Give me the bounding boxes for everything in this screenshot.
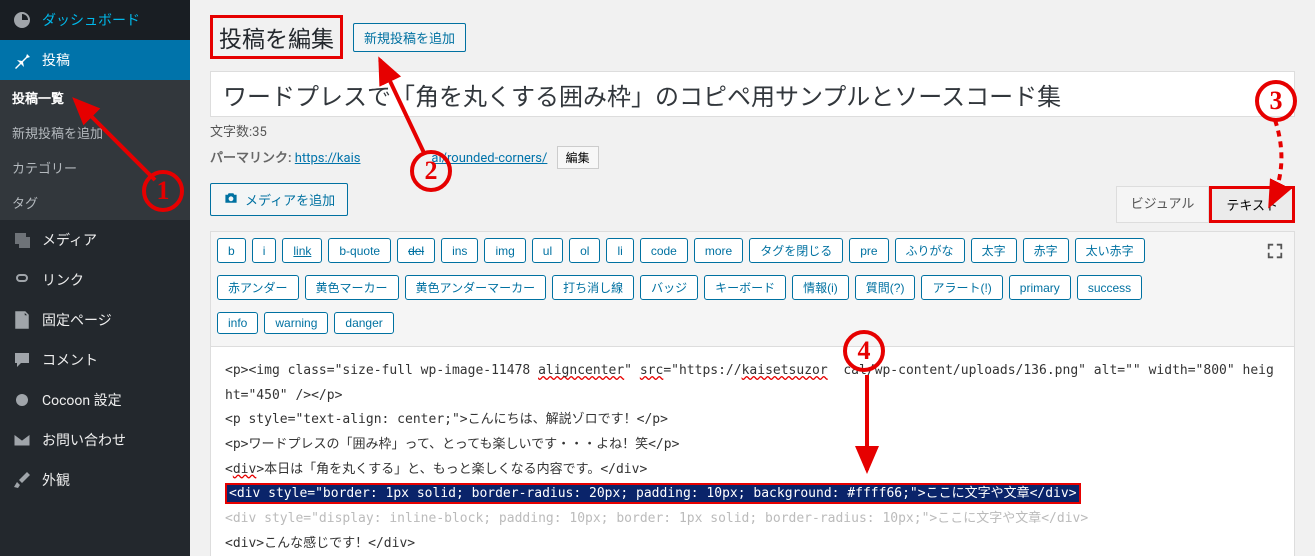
quicktag-打ち消し線[interactable]: 打ち消し線	[552, 275, 634, 300]
sidebar-label: お問い合わせ	[42, 430, 126, 450]
add-new-button[interactable]: 新規投稿を追加	[353, 23, 466, 52]
sidebar-label: 外観	[42, 470, 70, 490]
posts-submenu: 投稿一覧 新規投稿を追加 カテゴリー タグ	[0, 80, 190, 220]
quicktag-warning[interactable]: warning	[264, 312, 328, 334]
admin-sidebar: ダッシュボード 投稿 投稿一覧 新規投稿を追加 カテゴリー タグ メディア リン…	[0, 0, 190, 556]
quicktag-ふりがな[interactable]: ふりがな	[895, 238, 965, 263]
sidebar-item-cocoon[interactable]: Cocoon 設定	[0, 380, 190, 420]
fullscreen-icon[interactable]	[1266, 242, 1284, 260]
quicktag-pre[interactable]: pre	[849, 238, 888, 263]
quicktag-ul[interactable]: ul	[532, 238, 563, 263]
quicktag-太字[interactable]: 太字	[971, 238, 1017, 263]
quicktag-i[interactable]: i	[252, 238, 277, 263]
cocoon-icon	[12, 390, 32, 410]
quicktag-アラート(!)[interactable]: アラート(!)	[921, 275, 1002, 300]
camera-icon	[223, 190, 239, 209]
dashboard-icon	[12, 10, 32, 30]
quicktag-del[interactable]: del	[397, 238, 435, 263]
submenu-posts-cat[interactable]: カテゴリー	[0, 150, 190, 185]
mail-icon	[12, 430, 32, 450]
media-icon	[12, 230, 32, 250]
add-media-button[interactable]: メディアを追加	[210, 183, 348, 216]
quicktag-success[interactable]: success	[1077, 275, 1142, 300]
quicktag-ins[interactable]: ins	[441, 238, 478, 263]
quicktag-黄色マーカー[interactable]: 黄色マーカー	[305, 275, 399, 300]
sidebar-item-posts[interactable]: 投稿	[0, 40, 190, 80]
comment-icon	[12, 350, 32, 370]
sidebar-label: リンク	[42, 270, 84, 290]
quicktag-code[interactable]: code	[640, 238, 688, 263]
pin-icon	[12, 50, 32, 70]
page-icon	[12, 310, 32, 330]
quicktag-赤アンダー[interactable]: 赤アンダー	[217, 275, 299, 300]
sidebar-item-appearance[interactable]: 外観	[0, 460, 190, 500]
quicktag-ol[interactable]: ol	[569, 238, 600, 263]
highlighted-code-line: <div style="border: 1px solid; border-ra…	[225, 483, 1081, 504]
permalink-label: パーマリンク:	[210, 151, 292, 166]
page-title: 投稿を編集	[210, 15, 343, 59]
quicktag-バッジ[interactable]: バッジ	[640, 275, 698, 300]
quicktag-質問(?)[interactable]: 質問(?)	[855, 275, 916, 300]
sidebar-item-links[interactable]: リンク	[0, 260, 190, 300]
sidebar-label: 投稿	[42, 50, 70, 70]
sidebar-item-contact[interactable]: お問い合わせ	[0, 420, 190, 460]
sidebar-item-pages[interactable]: 固定ページ	[0, 300, 190, 340]
quicktag-danger[interactable]: danger	[334, 312, 393, 334]
sidebar-item-media[interactable]: メディア	[0, 220, 190, 260]
quicktag-黄色アンダーマーカー[interactable]: 黄色アンダーマーカー	[405, 275, 547, 300]
quicktag-キーボード[interactable]: キーボード	[704, 275, 786, 300]
quicktag-primary[interactable]: primary	[1009, 275, 1071, 300]
editor-main: 投稿を編集 新規投稿を追加 文字数:35 パーマリンク: https://kai…	[190, 0, 1315, 556]
sidebar-label: 固定ページ	[42, 310, 112, 330]
quicktag-li[interactable]: li	[606, 238, 633, 263]
quicktag-more[interactable]: more	[694, 238, 743, 263]
heading-row: 投稿を編集 新規投稿を追加	[210, 15, 1295, 59]
tab-visual[interactable]: ビジュアル	[1116, 186, 1210, 223]
editor-tabs: ビジュアル テキスト	[210, 186, 1295, 223]
quicktag-情報(i)[interactable]: 情報(i)	[792, 275, 849, 300]
link-icon	[12, 270, 32, 290]
submenu-posts-add[interactable]: 新規投稿を追加	[0, 115, 190, 150]
sidebar-item-comments[interactable]: コメント	[0, 340, 190, 380]
submenu-posts-tag[interactable]: タグ	[0, 185, 190, 220]
quicktag-太い赤字[interactable]: 太い赤字	[1075, 238, 1145, 263]
char-count: 文字数:35	[210, 121, 1295, 140]
quicktag-b[interactable]: b	[217, 238, 246, 263]
post-title-input[interactable]	[210, 71, 1295, 117]
sidebar-label: コメント	[42, 350, 98, 370]
permalink-edit-button[interactable]: 編集	[557, 146, 599, 169]
quicktag-img[interactable]: img	[484, 238, 525, 263]
submenu-posts-list[interactable]: 投稿一覧	[0, 80, 190, 115]
code-editor[interactable]: <p><img class="size-full wp-image-11478 …	[210, 347, 1295, 556]
quicktag-info[interactable]: info	[217, 312, 258, 334]
permalink-link[interactable]: https://kaisxxxxxxxxxxxal/rounded-corner…	[295, 151, 548, 166]
quicktags-toolbar: bilinkb-quotedelinsimgulollicodemoreタグを閉…	[210, 231, 1295, 347]
sidebar-label: Cocoon 設定	[42, 390, 122, 410]
sidebar-item-dashboard[interactable]: ダッシュボード	[0, 0, 190, 40]
quicktag-b-quote[interactable]: b-quote	[328, 238, 391, 263]
quicktag-赤字[interactable]: 赤字	[1023, 238, 1069, 263]
permalink-row: パーマリンク: https://kaisxxxxxxxxxxxal/rounde…	[210, 146, 1295, 169]
sidebar-label: ダッシュボード	[42, 10, 140, 30]
quicktag-link[interactable]: link	[282, 238, 322, 263]
sidebar-label: メディア	[42, 230, 97, 250]
brush-icon	[12, 470, 32, 490]
tab-text[interactable]: テキスト	[1209, 186, 1295, 223]
quicktag-タグを閉じる[interactable]: タグを閉じる	[749, 238, 843, 263]
